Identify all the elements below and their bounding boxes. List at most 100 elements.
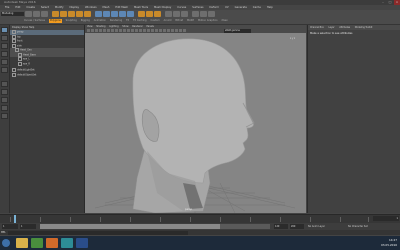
viewport-menu-view[interactable]: View [87,25,92,28]
playback-start-field[interactable]: 1 [20,224,36,229]
scale-tool-icon[interactable] [1,67,8,73]
range-slider-handle[interactable] [40,224,220,229]
sphere-icon[interactable] [52,11,59,17]
wireframe-on-shaded-icon[interactable] [135,29,138,32]
ipr-render-icon[interactable] [200,11,207,17]
shelf-tab-rendering[interactable]: Rendering [110,19,122,23]
end-time-field[interactable]: 200 [290,224,304,229]
persp-graph-layout-icon[interactable] [1,113,8,119]
four-view-icon[interactable] [1,89,8,95]
character-set-dropdown[interactable]: No Character Set [348,224,368,229]
shelf-tab-sculpting[interactable]: Sculpting [66,19,77,23]
viewport-menu-show[interactable]: Show [122,25,128,28]
image-plane-icon[interactable] [99,29,102,32]
graph-layout-icon[interactable] [1,105,8,111]
bookmark-icon[interactable] [95,29,98,32]
single-view-icon[interactable] [1,81,8,87]
shelf-tab-motion-graphics[interactable]: Motion Graphics [198,19,217,23]
rotate-tool-icon[interactable] [1,59,8,65]
cylinder-icon[interactable] [68,11,75,17]
mode-selector[interactable]: Modeling [1,12,24,16]
anti-aliasing-icon[interactable] [159,29,162,32]
mirror-icon[interactable] [146,11,153,17]
shelf-tab-polygons[interactable]: Polygons [48,19,62,23]
select-tool-icon[interactable] [1,27,8,33]
shelf-tab-curves[interactable]: Curves / Surfaces [24,19,45,23]
snap-grid-icon[interactable] [165,11,172,17]
shelf-tab-custom[interactable]: Custom [150,19,159,23]
start-time-field[interactable]: 1 [2,224,18,229]
grid-toggle-icon[interactable] [103,29,106,32]
outliner-item[interactable]: eye_R [10,61,84,67]
render-icon[interactable] [192,11,199,17]
shelf-tab-animation[interactable]: Animation [94,19,106,23]
backface-culling-icon[interactable] [179,29,182,32]
snap-curve-icon[interactable] [173,11,180,17]
shelf-tab-xgen[interactable]: XGen [221,19,227,23]
motion-blur-icon[interactable] [155,29,158,32]
tab-channel-box[interactable]: Channel Box [310,26,324,29]
time-slider[interactable]: 1 [0,214,400,223]
anim-layer-dropdown[interactable]: No Anim Layer [308,224,325,229]
system-clock[interactable]: 14:27 03.05.2016 [381,238,397,247]
shelf-tab-fx-caching[interactable]: FX Caching [133,19,146,23]
outliner-item[interactable]: defaultObjectSet [10,72,84,78]
shelf-tab-mash[interactable]: MASH [187,19,194,23]
film-gate-icon[interactable] [107,29,110,32]
start-button-icon[interactable] [2,239,10,247]
smooth-shade-icon[interactable] [131,29,134,32]
plane-icon[interactable] [84,11,91,17]
viewport-menu-panels[interactable]: Panels [146,25,153,28]
viewport-menu-lighting[interactable]: Lighting [109,25,118,28]
bevel-icon[interactable] [119,11,126,17]
camera-attributes-icon[interactable] [91,29,94,32]
save-scene-icon[interactable] [41,11,48,17]
xray-joints-icon[interactable] [175,29,178,32]
bridge-icon[interactable] [127,11,134,17]
combine-icon[interactable] [95,11,102,17]
tab-modeling-toolkit[interactable]: Modeling Toolkit [355,26,373,29]
shelf-tab-arnold[interactable]: Arnold [164,19,172,23]
move-tool-icon[interactable] [1,51,8,57]
ambient-occlusion-icon[interactable] [151,29,154,32]
render-settings-icon[interactable] [208,11,215,17]
firefox-icon[interactable] [46,238,58,248]
color-management-icon[interactable] [183,29,186,32]
snap-point-icon[interactable] [181,11,188,17]
photoshop-icon[interactable] [76,238,88,248]
wireframe-icon[interactable] [127,29,130,32]
cube-icon[interactable] [60,11,67,17]
safe-action-icon[interactable] [123,29,126,32]
textured-icon[interactable] [139,29,142,32]
xray-icon[interactable] [171,29,174,32]
cone-icon[interactable] [76,11,83,17]
command-input[interactable] [8,230,188,235]
resolution-gate-icon[interactable] [111,29,114,32]
range-slider[interactable] [40,224,270,229]
outliner-layout-icon[interactable] [1,97,8,103]
tab-attributes[interactable]: Attributes [339,26,350,29]
new-scene-icon[interactable] [25,11,32,17]
open-scene-icon[interactable] [33,11,40,17]
shadows-icon[interactable] [147,29,150,32]
paint-select-icon[interactable] [1,43,8,49]
viewport-menu-shading[interactable]: Shading [96,25,105,28]
extrude-icon[interactable] [111,11,118,17]
current-time-marker[interactable] [14,215,16,223]
chrome-icon[interactable] [31,238,43,248]
viewport[interactable]: View Shading Lighting Show Renderer Pane… [85,25,306,213]
shelf-tab-fx[interactable]: FX [126,19,129,23]
explorer-icon[interactable] [16,238,28,248]
maya-icon[interactable] [61,238,73,248]
isolate-select-icon[interactable] [167,29,170,32]
view-transform-field[interactable]: sRGB gamma [224,29,251,33]
camera-select-icon[interactable] [87,29,90,32]
playback-end-field[interactable]: 120 [274,224,288,229]
use-lights-icon[interactable] [143,29,146,32]
shelf-tab-bifrost[interactable]: Bifrost [175,19,183,23]
viewport-menu-renderer[interactable]: Renderer [132,25,142,28]
smooth-icon[interactable] [138,11,145,17]
gate-mask-icon[interactable] [115,29,118,32]
current-frame-field[interactable]: 1 [373,216,399,221]
command-language-label[interactable]: MEL [1,230,6,235]
